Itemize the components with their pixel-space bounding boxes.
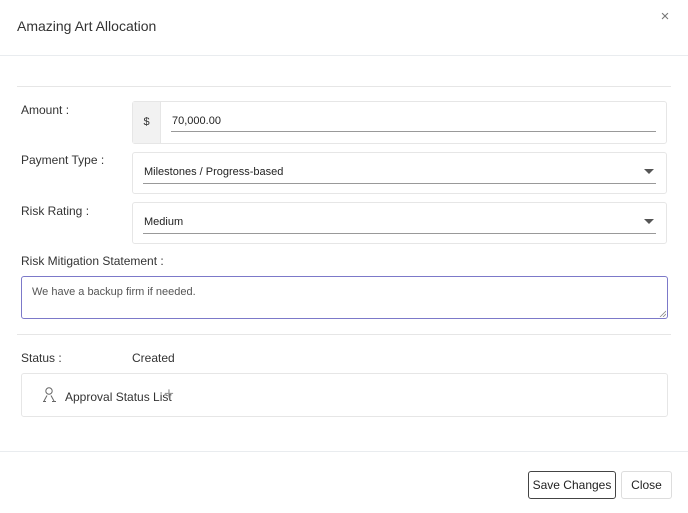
status-label: Status : (21, 351, 62, 365)
status-value: Created (132, 351, 175, 365)
amount-input-group: $ 70,000.00 (132, 101, 667, 144)
approval-status-list-label: Approval Status List (65, 390, 172, 404)
currency-addon: $ (133, 102, 161, 143)
footer-divider (0, 451, 688, 452)
payment-type-select[interactable]: Milestones / Progress-based (132, 152, 667, 194)
risk-mitigation-text: We have a backup firm if needed. (32, 286, 196, 298)
payment-type-label: Payment Type : (21, 153, 105, 167)
modal-header: Amazing Art Allocation × (0, 0, 688, 56)
add-approval-button[interactable]: + (164, 385, 174, 403)
risk-rating-label: Risk Rating : (21, 204, 90, 218)
close-button[interactable]: Close (621, 471, 672, 499)
save-changes-button[interactable]: Save Changes (528, 471, 616, 499)
risk-mitigation-label: Risk Mitigation Statement : (21, 254, 164, 268)
approval-status-panel: Approval Status List + (21, 373, 668, 417)
chevron-down-icon[interactable] (644, 219, 654, 224)
payment-type-value: Milestones / Progress-based (144, 166, 284, 178)
payment-type-underline (143, 183, 656, 184)
risk-rating-value: Medium (144, 216, 184, 228)
chevron-down-icon[interactable] (644, 169, 654, 174)
risk-rating-select[interactable]: Medium (132, 202, 667, 244)
divider (17, 334, 671, 335)
amount-label: Amount : (21, 103, 70, 117)
risk-mitigation-textarea[interactable]: We have a backup firm if needed. (21, 276, 668, 319)
amount-input[interactable]: 70,000.00 (172, 115, 221, 127)
modal-title: Amazing Art Allocation (17, 18, 157, 34)
resize-handle-icon[interactable] (659, 310, 666, 317)
risk-rating-underline (143, 233, 656, 234)
amount-underline (171, 131, 656, 132)
divider (17, 86, 671, 87)
close-icon[interactable]: × (657, 8, 673, 26)
user-icon (43, 387, 56, 402)
